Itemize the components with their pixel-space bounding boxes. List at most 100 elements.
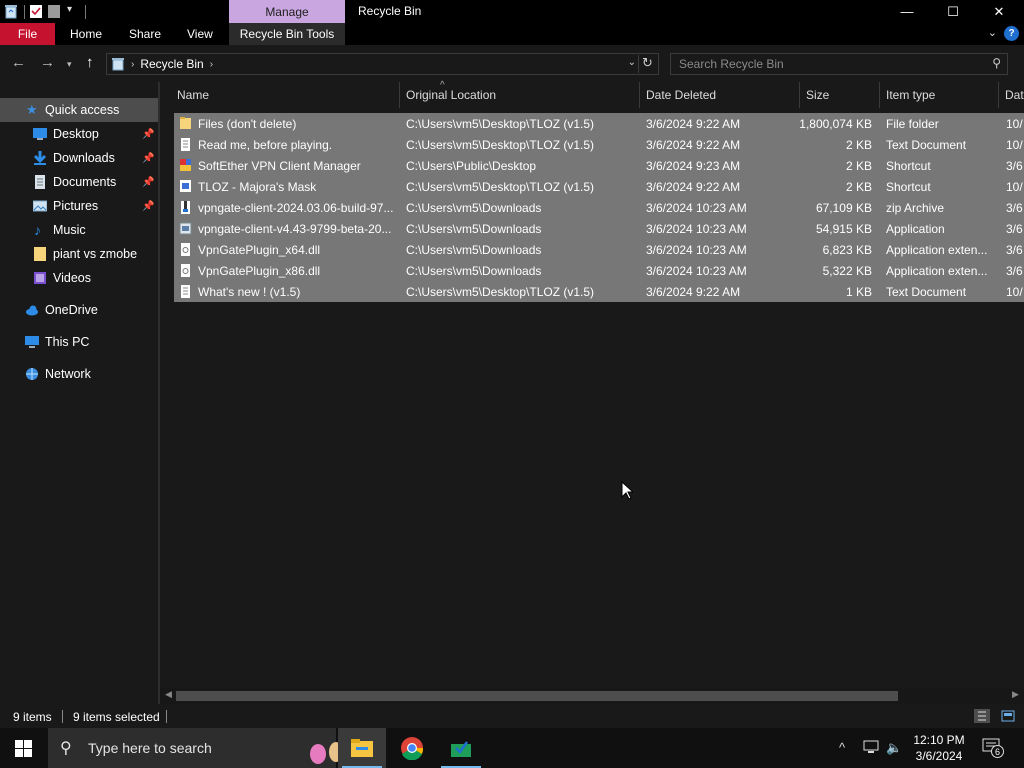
- file-row[interactable]: VpnGatePlugin_x86.dll C:\Users\vm5\Downlo…: [174, 260, 1024, 281]
- column-header-item-type[interactable]: Item type: [880, 82, 999, 108]
- tab-recycle-bin-tools[interactable]: Recycle Bin Tools: [229, 23, 345, 45]
- column-header-date[interactable]: Dat: [999, 82, 1024, 108]
- file-row[interactable]: TLOZ - Majora's Mask C:\Users\vm5\Desktop…: [174, 176, 1024, 197]
- column-header-size[interactable]: Size: [800, 82, 880, 108]
- refresh-icon[interactable]: ↻: [638, 55, 656, 73]
- file-row[interactable]: Files (don't delete) C:\Users\vm5\Desktop…: [174, 113, 1024, 134]
- close-button[interactable]: ✕: [976, 0, 1022, 23]
- new-folder-icon[interactable]: [47, 4, 61, 19]
- tab-share[interactable]: Share: [129, 23, 161, 45]
- sidebar-item-this-pc[interactable]: This PC: [0, 330, 158, 354]
- file-row[interactable]: Read me, before playing. C:\Users\vm5\Des…: [174, 134, 1024, 155]
- sidebar-item-pictures[interactable]: Pictures 📌: [0, 194, 158, 218]
- computer-icon: [25, 336, 39, 348]
- sidebar-item-quick-access[interactable]: ★ Quick access: [0, 98, 158, 122]
- search-input[interactable]: Search Recycle Bin ⚲: [670, 53, 1008, 75]
- pin-icon: 📌: [142, 176, 155, 188]
- file-row[interactable]: vpngate-client-v4.43-9799-beta-20... C:\U…: [174, 218, 1024, 239]
- mouse-cursor-icon: [621, 481, 633, 500]
- music-icon: ♪: [34, 222, 41, 238]
- date-column-value: 3/6: [1006, 158, 1023, 173]
- horizontal-scrollbar[interactable]: ◀ ▶: [160, 688, 1024, 704]
- back-arrow-icon[interactable]: ←: [11, 54, 26, 71]
- address-dropdown-icon[interactable]: ⌄: [628, 57, 636, 68]
- file-row[interactable]: What's new ! (v1.5) C:\Users\vm5\Desktop\…: [174, 281, 1024, 302]
- item-type: File folder: [886, 116, 939, 131]
- date-column-value: 10/: [1006, 179, 1023, 194]
- file-row[interactable]: vpngate-client-2024.03.06-build-97... C:\…: [174, 197, 1024, 218]
- forward-arrow-icon[interactable]: →: [40, 54, 55, 71]
- file-name: VpnGatePlugin_x86.dll: [198, 263, 321, 278]
- taskbar-search-box[interactable]: ⚲ Type here to search: [48, 728, 361, 768]
- star-icon: ★: [26, 102, 38, 117]
- expand-ribbon-icon[interactable]: ⌄: [988, 26, 997, 39]
- maximize-button[interactable]: ☐: [930, 0, 976, 23]
- action-center-button[interactable]: 6: [982, 738, 1004, 758]
- chrome-taskbar-button[interactable]: [388, 728, 436, 768]
- scroll-right-icon[interactable]: ▶: [1012, 689, 1019, 700]
- sidebar-item-documents[interactable]: Documents 📌: [0, 170, 158, 194]
- file-name: SoftEther VPN Client Manager: [198, 158, 361, 173]
- column-header-name[interactable]: Name: [171, 82, 400, 108]
- file-name: Files (don't delete): [198, 116, 297, 131]
- sidebar-item-onedrive[interactable]: OneDrive: [0, 298, 158, 322]
- tab-view[interactable]: View: [187, 23, 213, 45]
- breadcrumb-recycle-bin[interactable]: Recycle Bin: [140, 57, 203, 71]
- date-column-value: 3/6: [1006, 221, 1023, 236]
- file-size: 67,109 KB: [815, 200, 872, 215]
- help-icon[interactable]: ?: [1004, 26, 1019, 41]
- file-size: 2 KB: [845, 137, 872, 152]
- vpn-shortcut-icon: [180, 159, 191, 171]
- app-taskbar-button[interactable]: [437, 728, 485, 768]
- scroll-left-icon[interactable]: ◀: [165, 689, 172, 700]
- address-bar[interactable]: › Recycle Bin › ⌄ ↻: [106, 53, 659, 75]
- original-location: C:\Users\Public\Desktop: [406, 158, 537, 173]
- system-clock[interactable]: 12:10 PM 3/6/2024: [904, 732, 974, 764]
- details-view-icon[interactable]: [974, 709, 990, 723]
- search-icon: ⚲: [60, 740, 72, 757]
- sidebar-item-desktop[interactable]: Desktop 📌: [0, 122, 158, 146]
- pane-splitter[interactable]: [158, 82, 160, 704]
- minimize-button[interactable]: —: [884, 0, 930, 23]
- windows-start-icon[interactable]: [15, 740, 32, 757]
- file-size: 1 KB: [845, 284, 872, 299]
- sidebar-item-music[interactable]: ♪ Music: [0, 218, 158, 242]
- show-hidden-icons-icon[interactable]: ^: [839, 740, 845, 755]
- sidebar-item-downloads[interactable]: Downloads 📌: [0, 146, 158, 170]
- address-row: ← → ▾ ↑ › Recycle Bin › ⌄ ↻ Search Recyc…: [0, 45, 1024, 82]
- network-status-icon[interactable]: [863, 740, 879, 754]
- tab-file[interactable]: File: [0, 23, 55, 45]
- large-icons-view-icon[interactable]: [1000, 709, 1016, 723]
- recent-locations-icon[interactable]: ▾: [67, 59, 72, 70]
- sidebar-item-piant-vs-zmobe[interactable]: piant vs zmobe: [0, 242, 158, 266]
- up-arrow-icon[interactable]: ↑: [86, 54, 94, 71]
- properties-icon[interactable]: [29, 4, 43, 19]
- breadcrumb-separator-icon[interactable]: ›: [210, 59, 213, 70]
- recycle-bin-icon: [112, 58, 124, 71]
- volume-icon[interactable]: 🔈: [886, 740, 902, 756]
- file-explorer-taskbar-button[interactable]: [338, 728, 386, 768]
- sidebar-item-network[interactable]: Network: [0, 362, 158, 386]
- file-row[interactable]: VpnGatePlugin_x64.dll C:\Users\vm5\Downlo…: [174, 239, 1024, 260]
- original-location: C:\Users\vm5\Downloads: [406, 242, 542, 257]
- column-header-date-deleted[interactable]: Date Deleted: [640, 82, 800, 108]
- window-title: Recycle Bin: [358, 4, 422, 18]
- recycle-bin-icon[interactable]: [4, 4, 18, 19]
- dll-icon: [181, 264, 190, 277]
- file-row[interactable]: SoftEther VPN Client Manager C:\Users\Pub…: [174, 155, 1024, 176]
- tab-home[interactable]: Home: [70, 23, 102, 45]
- date-column-value: 3/6: [1006, 263, 1023, 278]
- taskbar-search-placeholder: Type here to search: [88, 740, 212, 756]
- manage-context-tab[interactable]: Manage: [229, 0, 345, 23]
- game-shortcut-icon: [180, 180, 191, 192]
- item-type: Application: [886, 221, 945, 236]
- sidebar-item-videos[interactable]: Videos: [0, 266, 158, 290]
- column-header-original-location[interactable]: Original Location: [400, 82, 640, 108]
- taskbar: ⚲ Type here to search ^ 🔈 12:10 PM 3/6/2…: [0, 728, 1024, 768]
- documents-icon: [35, 175, 45, 189]
- quick-access-toolbar: ▾: [0, 0, 86, 23]
- scrollbar-thumb[interactable]: [176, 691, 898, 701]
- qat-dropdown-icon[interactable]: ▾: [67, 4, 81, 19]
- minimize-icon: —: [900, 4, 914, 19]
- original-location: C:\Users\vm5\Desktop\TLOZ (v1.5): [406, 284, 595, 299]
